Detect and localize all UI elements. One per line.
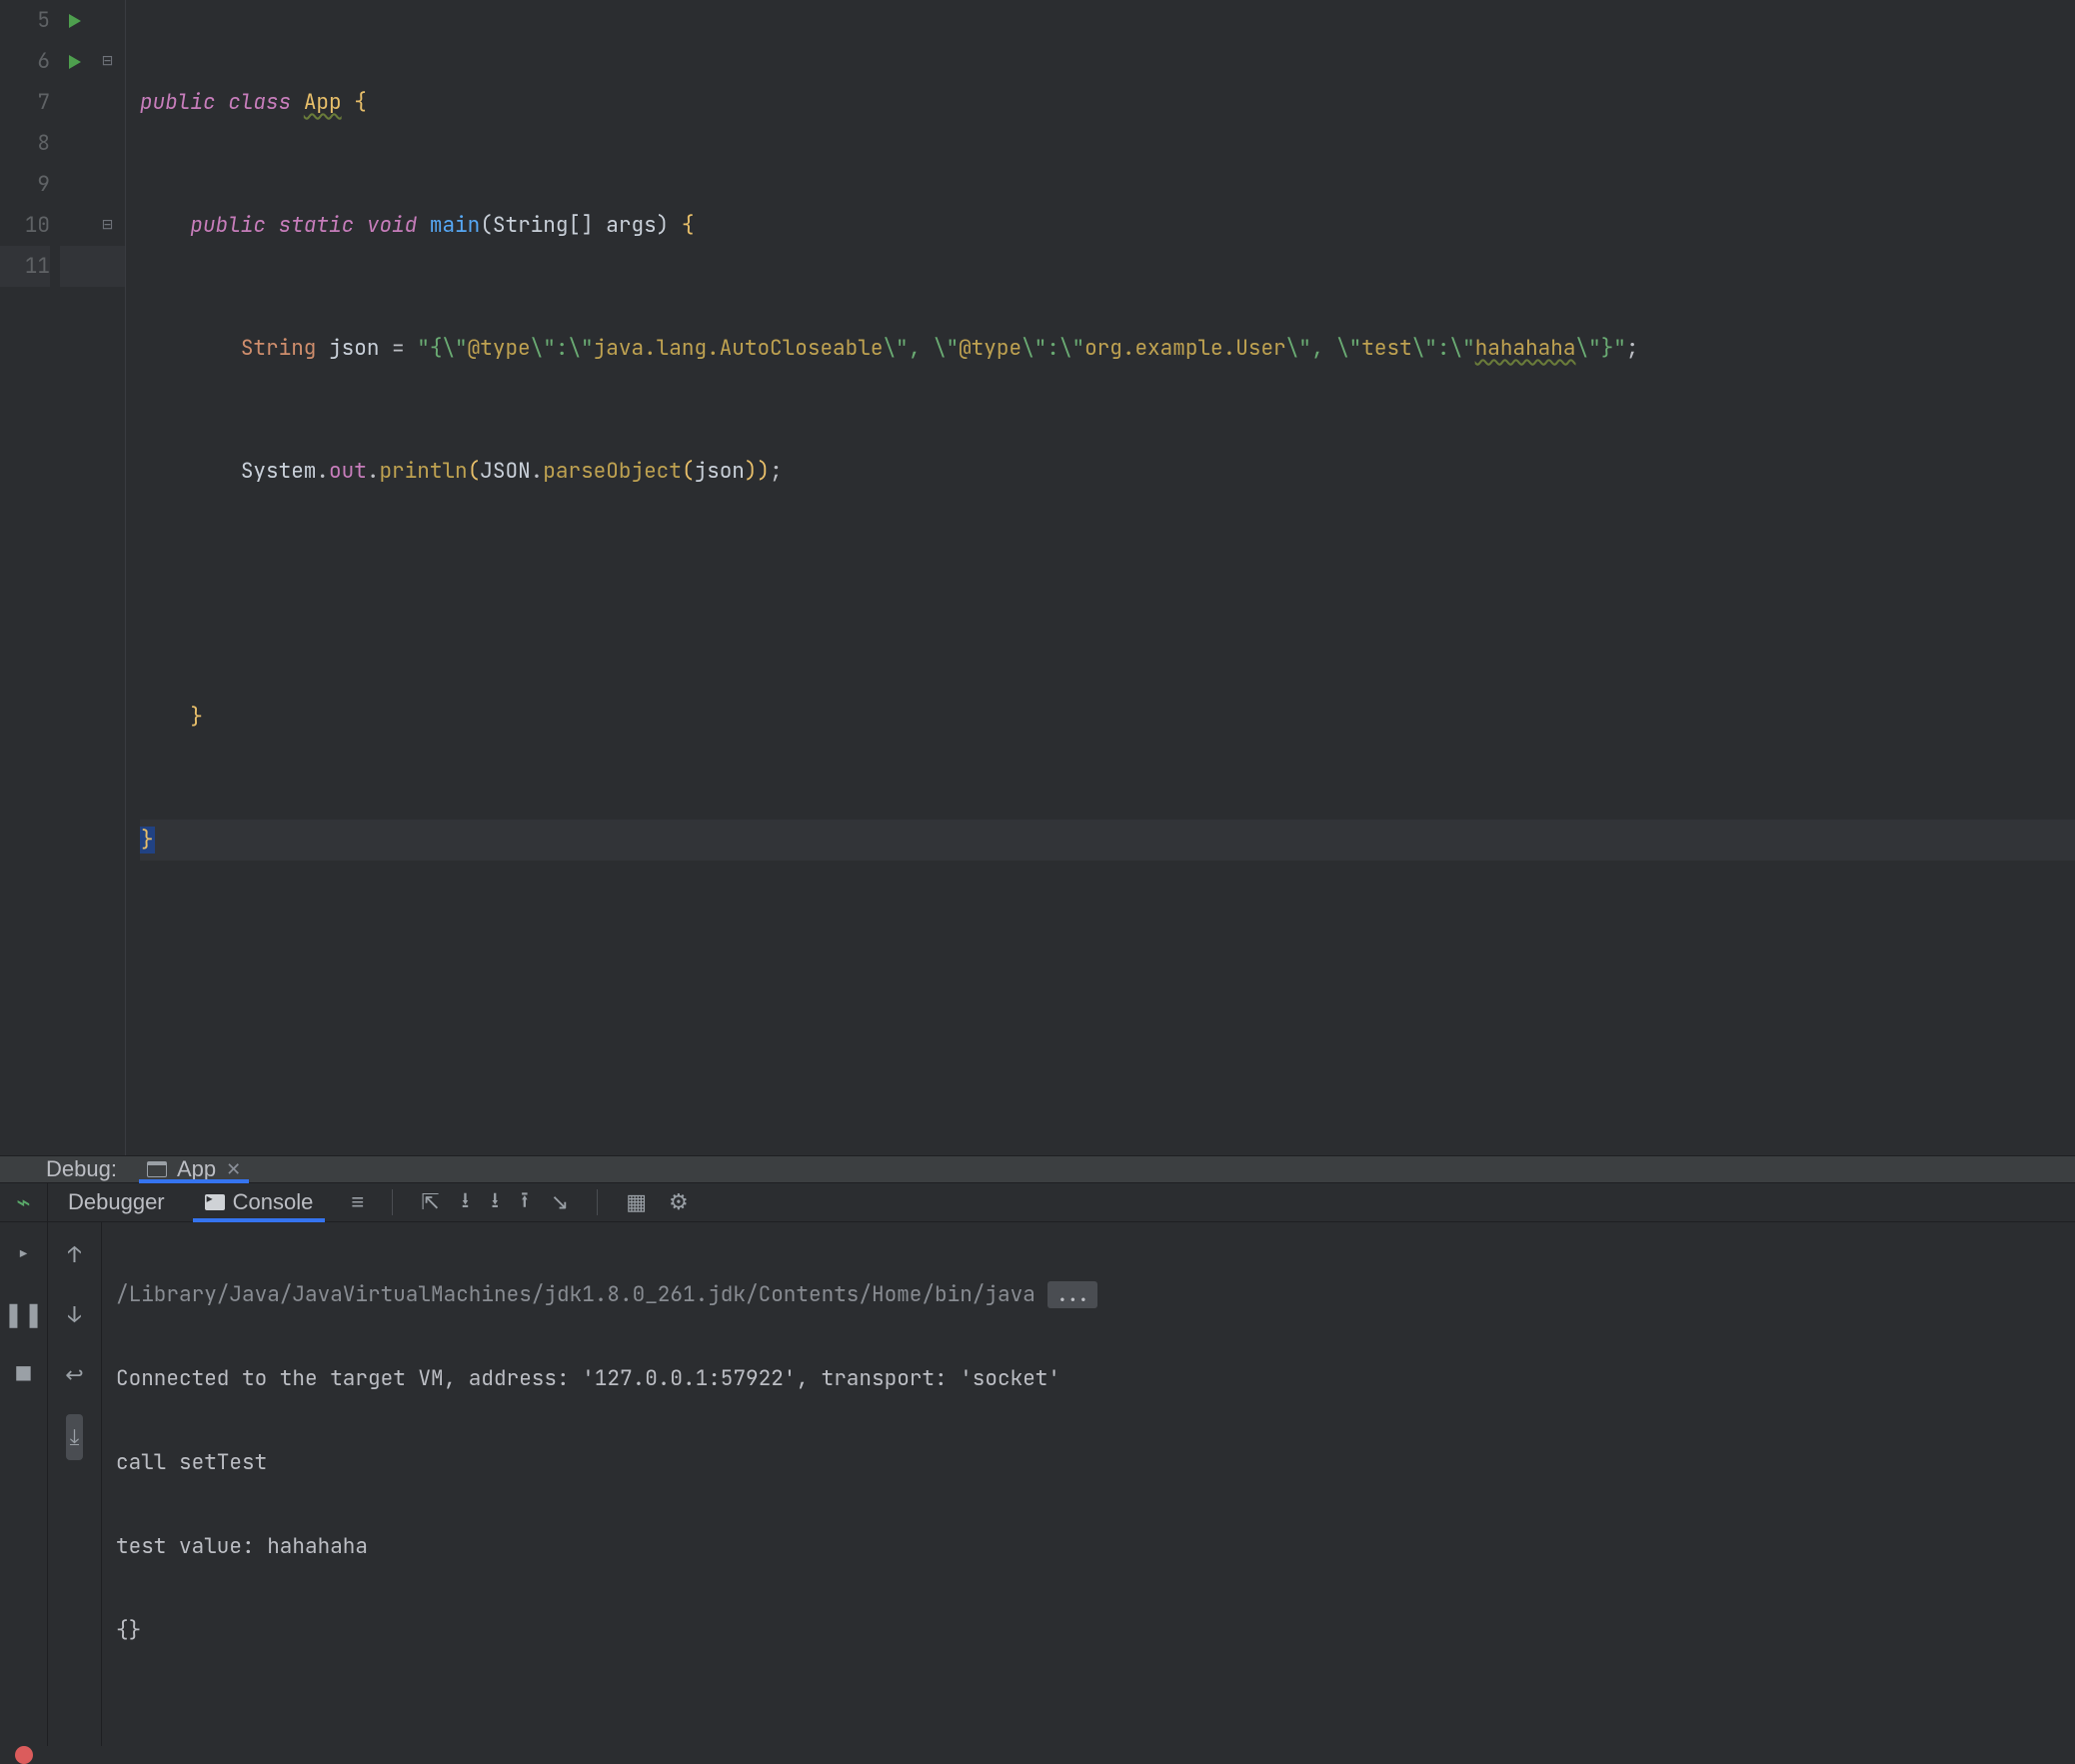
download-icon[interactable]: ⭳ (462, 1183, 470, 1221)
lineno: 10 (0, 205, 50, 246)
console-line: {} (116, 1610, 2061, 1652)
debug-panel: Debug: App ✕ ⌁ Debugger Console ≡ ⇱ ⭳ ⭳ … (0, 1155, 2075, 1491)
debug-controls: ▸ ❚❚ ■ (0, 1222, 48, 1746)
code-area[interactable]: public class App { public static void ma… (126, 0, 2075, 1155)
pause-icon[interactable]: ❚❚ (3, 1294, 43, 1336)
settings-icon[interactable]: ⚙ (669, 1189, 689, 1215)
debug-tool-tabs: Debugger Console (48, 1183, 333, 1221)
lineno: 5 (0, 0, 50, 41)
console-line: call setTest (116, 1442, 2061, 1484)
code-editor[interactable]: 5 6 7 8 9 10 11 ⊟ ⊟ public class App { p… (0, 0, 2075, 1155)
debug-header: Debug: App ✕ (0, 1156, 2075, 1183)
tab-label: Debugger (68, 1189, 165, 1215)
code-line: } (140, 820, 2075, 861)
code-line (140, 574, 2075, 615)
code-line: String json = "{\"@type\":\"java.lang.Au… (140, 328, 2075, 369)
export-up-icon[interactable]: ⇱ (421, 1189, 439, 1215)
tab-label: Console (233, 1189, 314, 1215)
console-controls: ↑ ↓ ↩ ⤓ (48, 1222, 102, 1746)
window-icon (147, 1161, 167, 1177)
download-icon[interactable]: ⭳ (491, 1183, 499, 1221)
bug-icon[interactable]: ⌁ (16, 1188, 30, 1217)
lineno: 9 (0, 164, 50, 205)
lineno: 8 (0, 123, 50, 164)
debug-session-tab[interactable]: App ✕ (135, 1156, 253, 1182)
stop-icon[interactable]: ■ (16, 1354, 30, 1396)
run-icon[interactable] (69, 14, 81, 28)
code-line: public class App { (140, 82, 2075, 123)
resume-icon[interactable]: ▸ (16, 1234, 30, 1276)
tab-console[interactable]: Console (185, 1183, 334, 1221)
tab-debugger[interactable]: Debugger (48, 1183, 185, 1221)
scroll-end-icon[interactable]: ⤓ (66, 1414, 84, 1460)
console-output[interactable]: /Library/Java/JavaVirtualMachines/jdk1.8… (102, 1222, 2075, 1746)
fold-close-icon[interactable]: ⊟ (102, 205, 114, 246)
fold-open-icon[interactable]: ⊟ (102, 41, 114, 82)
code-line: } (140, 697, 2075, 738)
separator (597, 1189, 598, 1215)
debug-label: Debug: (0, 1156, 135, 1182)
gutter: 5 6 7 8 9 10 11 ⊟ ⊟ (0, 0, 126, 1155)
lineno: 6 (0, 41, 50, 82)
debug-tool-icons: ≡ ⇱ ⭳ ⭳ ⭱ ↘ ▦ ⚙ (333, 1183, 688, 1221)
breakpoint-icon[interactable] (15, 1746, 33, 1764)
upload-icon[interactable]: ⭱ (521, 1183, 529, 1221)
console-line: test value: hahahaha (116, 1526, 2061, 1568)
debug-tab-label: App (177, 1156, 216, 1182)
terminal-icon (205, 1194, 225, 1210)
code-line: System.out.println(JSON.parseObject(json… (140, 451, 2075, 492)
debug-toolbar: ⌁ Debugger Console ≡ ⇱ ⭳ ⭳ ⭱ ↘ ▦ ⚙ (0, 1183, 2075, 1222)
close-icon[interactable]: ✕ (226, 1159, 241, 1180)
lineno: 7 (0, 82, 50, 123)
up-arrow-icon[interactable]: ↑ (68, 1234, 81, 1276)
debug-restart-col: ⌁ (0, 1183, 48, 1221)
down-arrow-icon[interactable]: ↓ (68, 1294, 81, 1336)
step-into-icon[interactable]: ↘ (551, 1189, 569, 1215)
fold-gutter: ⊟ ⊟ (90, 0, 126, 1155)
run-gutter (60, 0, 90, 1155)
lineno: 11 (0, 246, 50, 287)
soft-wrap-icon[interactable]: ↩ (65, 1354, 83, 1396)
code-line: public static void main(String[] args) { (140, 205, 2075, 246)
separator (392, 1189, 393, 1215)
run-icon[interactable] (69, 55, 81, 69)
console-line: Connected to the target VM, address: '12… (116, 1358, 2061, 1400)
menu-icon[interactable]: ≡ (351, 1189, 364, 1215)
line-numbers: 5 6 7 8 9 10 11 (0, 0, 60, 1155)
grid-icon[interactable]: ▦ (626, 1189, 647, 1215)
console-line: /Library/Java/JavaVirtualMachines/jdk1.8… (116, 1274, 2061, 1316)
debug-body: ▸ ❚❚ ■ ↑ ↓ ↩ ⤓ /Library/Java/JavaVirtual… (0, 1222, 2075, 1746)
